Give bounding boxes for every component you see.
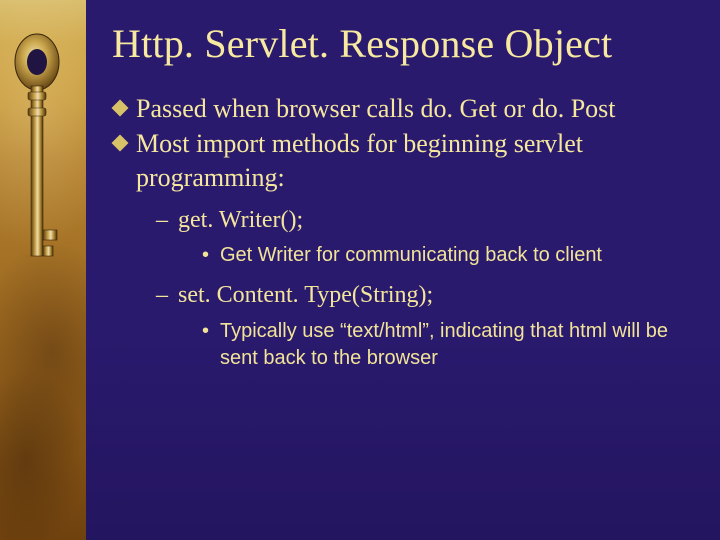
sub-sub-list: Get Writer for communicating back to cli… <box>202 242 692 269</box>
list-item: set. Content. Type(String); Typically us… <box>156 279 692 371</box>
list-item: get. Writer(); Get Writer for communicat… <box>156 204 692 269</box>
bullet-text: get. Writer(); <box>178 207 303 233</box>
content-area: Http. Servlet. Response Object Passed wh… <box>86 0 720 540</box>
list-item: Most import methods for beginning servle… <box>112 127 692 371</box>
slide-title: Http. Servlet. Response Object <box>112 22 692 66</box>
sub-sub-list: Typically use “text/html”, indicating th… <box>202 318 692 372</box>
bullet-text: Passed when browser calls do. Get or do.… <box>136 94 616 123</box>
bullet-text: Most import methods for beginning servle… <box>136 129 583 191</box>
bullet-text: Get Writer for communicating back to cli… <box>220 244 602 266</box>
list-item: Typically use “text/html”, indicating th… <box>202 318 692 372</box>
bullet-text: Typically use “text/html”, indicating th… <box>220 320 668 369</box>
bullet-text: set. Content. Type(String); <box>178 282 433 308</box>
list-item: Passed when browser calls do. Get or do.… <box>112 92 692 125</box>
sidebar-texture <box>0 0 86 540</box>
key-icon <box>12 30 62 310</box>
bullet-list: Passed when browser calls do. Get or do.… <box>112 92 692 372</box>
list-item: Get Writer for communicating back to cli… <box>202 242 692 269</box>
sub-list: get. Writer(); Get Writer for communicat… <box>156 204 692 372</box>
slide: Http. Servlet. Response Object Passed wh… <box>0 0 720 540</box>
